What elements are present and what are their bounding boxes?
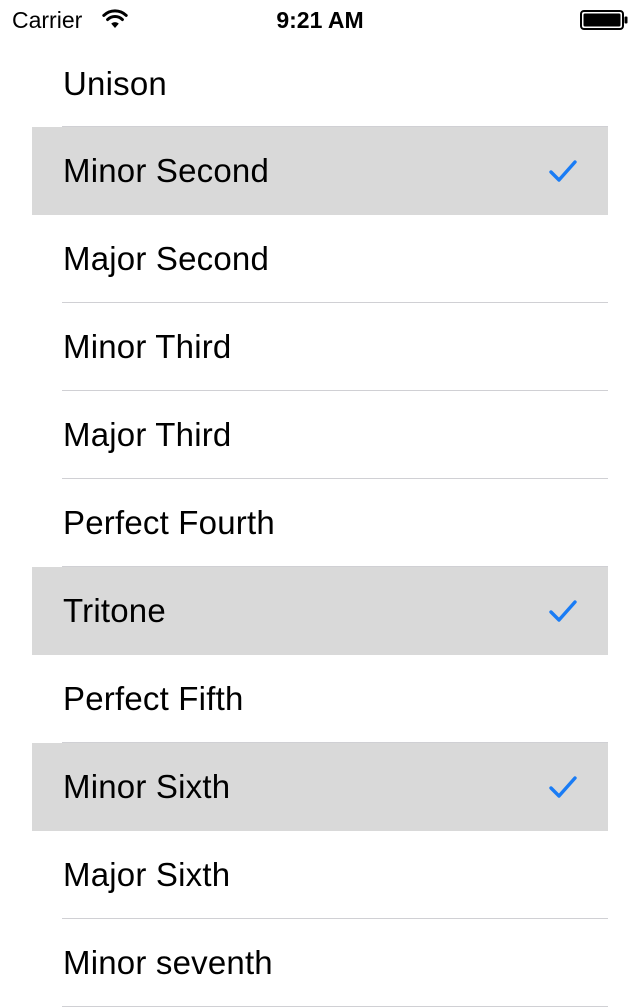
list-item-major-second[interactable]: Major Second (32, 215, 608, 303)
status-bar: Carrier 9:21 AM (0, 0, 640, 40)
interval-label: Perfect Fourth (63, 504, 275, 541)
interval-label: Minor Third (63, 328, 232, 365)
clock: 9:21 AM (276, 7, 364, 33)
checkmark-icon (549, 160, 577, 182)
list-item-minor-seventh[interactable]: Minor seventh (32, 919, 608, 1007)
list-item-minor-second[interactable]: Minor Second (32, 127, 608, 215)
list-item-perfect-fifth[interactable]: Perfect Fifth (32, 655, 608, 743)
interval-label: Minor Second (63, 152, 270, 189)
battery-icon (580, 10, 628, 30)
interval-label: Minor seventh (63, 944, 273, 981)
list-item-major-sixth[interactable]: Major Sixth (32, 831, 608, 919)
interval-label: Perfect Fifth (63, 680, 244, 717)
list-item-major-third[interactable]: Major Third (32, 391, 608, 479)
list-item-perfect-fourth[interactable]: Perfect Fourth (32, 479, 608, 567)
list-item-minor-sixth[interactable]: Minor Sixth (32, 743, 608, 831)
interval-label: Major Sixth (63, 856, 231, 893)
interval-label: Major Third (63, 416, 232, 453)
checkmark-icon (549, 776, 577, 798)
list-item-minor-third[interactable]: Minor Third (32, 303, 608, 391)
interval-list: Unison Minor Second Major Second Minor T… (32, 40, 608, 1007)
checkmark-icon (549, 600, 577, 622)
list-item-tritone[interactable]: Tritone (32, 567, 608, 655)
interval-label: Major Second (63, 240, 270, 277)
list-item-unison[interactable]: Unison (32, 40, 608, 127)
interval-label: Unison (63, 64, 167, 102)
interval-label: Tritone (63, 592, 166, 629)
interval-label: Minor Sixth (63, 768, 231, 805)
